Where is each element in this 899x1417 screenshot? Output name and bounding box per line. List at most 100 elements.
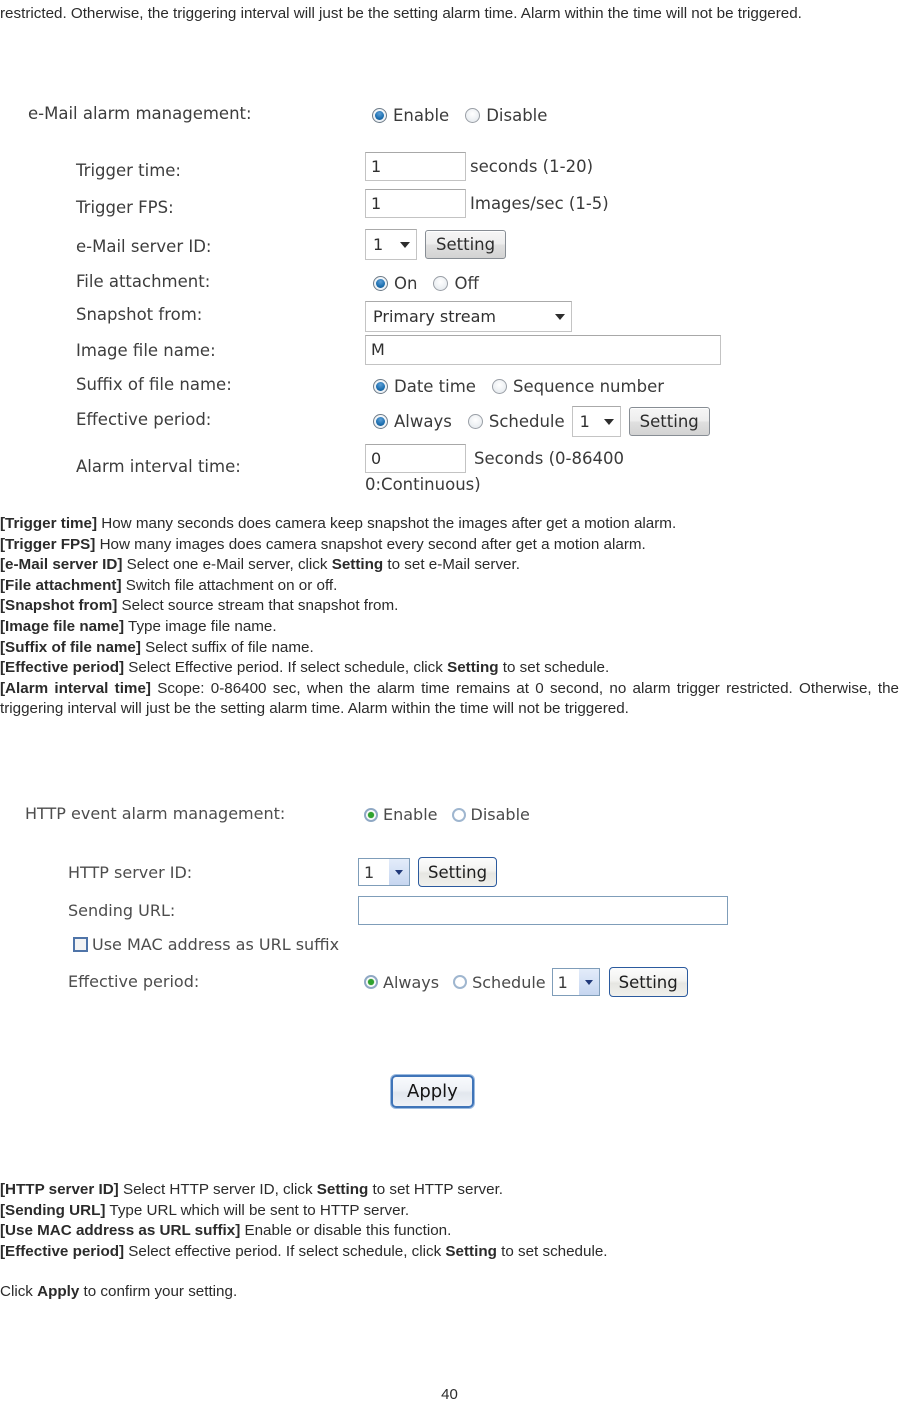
effective-period-always-radio[interactable] <box>373 414 388 429</box>
http-server-id-control: 1 Setting <box>358 857 498 887</box>
desc-suffix-of-file-name-term: [Suffix of file name] <box>0 638 141 656</box>
file-attachment-off-radio[interactable] <box>433 276 449 291</box>
http-server-setting-button[interactable]: Setting <box>418 857 498 887</box>
desc-effective-period: [Effective period] Select Effective peri… <box>0 658 899 679</box>
file-attachment-radio-group[interactable]: On Off <box>373 274 495 293</box>
suffix-of-file-name-radio-group[interactable]: Date time Sequence number <box>373 377 680 396</box>
desc-suffix-of-file-name-text: Select suffix of file name. <box>140 638 314 656</box>
file-attachment-off-label[interactable]: Off <box>454 274 478 293</box>
desc-snapshot-from-text: Select source stream that snapshot from. <box>117 597 399 615</box>
email-disable-label[interactable]: Disable <box>486 106 547 125</box>
email-enable-radio[interactable] <box>372 108 387 123</box>
suffix-date-time-label[interactable]: Date time <box>394 377 476 396</box>
effective-period-setting-button[interactable]: Setting <box>628 407 710 436</box>
apply-button[interactable]: Apply <box>391 1075 474 1108</box>
desc-suffix-of-file-name: [Suffix of file name] Select suffix of f… <box>0 638 899 659</box>
desc-alarm-interval-time-term: [Alarm interval time] <box>0 679 151 697</box>
email-enable-label[interactable]: Enable <box>393 106 449 125</box>
effective-period-schedule-label[interactable]: Schedule <box>489 412 565 431</box>
http-effective-period-always-radio[interactable] <box>364 975 378 989</box>
suffix-sequence-number-radio[interactable] <box>491 379 507 394</box>
snapshot-from-row: Snapshot from: <box>76 305 202 324</box>
http-server-id-row: HTTP server ID: <box>68 863 192 882</box>
http-disable-radio[interactable] <box>451 807 466 822</box>
desc-email-server-id-text-before: Select one e-Mail server, click <box>122 556 332 574</box>
top-continuation-paragraph: restricted. Otherwise, the triggering in… <box>0 5 802 22</box>
image-file-name-input[interactable]: M <box>365 335 721 365</box>
http-server-id-value: 1 <box>364 862 375 882</box>
http-server-id-select[interactable]: 1 <box>358 858 410 886</box>
http-effective-period-schedule-value: 1 <box>557 972 568 992</box>
chevron-down-icon[interactable] <box>578 969 599 995</box>
desc-alarm-interval-time: [Alarm interval time] Scope: 0-86400 sec… <box>0 679 899 720</box>
trigger-time-unit: seconds (1-20) <box>470 157 594 176</box>
desc-trigger-time-term: [Trigger time] <box>0 515 98 532</box>
http-effective-period-schedule-select[interactable]: 1 <box>551 968 600 996</box>
desc-sending-url: [Sending URL] Type URL which will be sen… <box>0 1201 899 1222</box>
suffix-of-file-name-row: Suffix of file name: <box>76 375 232 394</box>
desc-file-attachment: [File attachment] Switch file attachment… <box>0 576 899 597</box>
sending-url-label: Sending URL: <box>68 901 176 920</box>
alarm-interval-time-unit-line1: Seconds (0-86400 <box>474 449 624 468</box>
http-effective-period-row: Effective period: <box>68 972 199 991</box>
desc-sending-url-text: Type URL which will be sent to HTTP serv… <box>105 1201 410 1219</box>
desc-snapshot-from: [Snapshot from] Select source stream tha… <box>0 596 899 617</box>
desc-http-server-id: [HTTP server ID] Select HTTP server ID, … <box>0 1180 899 1201</box>
effective-period-always-label[interactable]: Always <box>394 412 452 431</box>
http-enable-radio[interactable] <box>364 807 378 822</box>
desc-use-mac-suffix-text: Enable or disable this function. <box>240 1222 452 1240</box>
suffix-sequence-number-label[interactable]: Sequence number <box>513 377 664 396</box>
snapshot-from-control: Primary stream <box>365 301 572 332</box>
chevron-down-icon <box>603 418 614 425</box>
http-effective-period-setting-button[interactable]: Setting <box>608 967 688 997</box>
suffix-date-time-radio[interactable] <box>373 379 388 394</box>
http-enable-label[interactable]: Enable <box>383 805 438 824</box>
trigger-fps-control: 1 Images/sec (1-5) <box>365 189 609 218</box>
file-attachment-on-label[interactable]: On <box>394 274 417 293</box>
use-mac-suffix-checkbox[interactable] <box>73 937 88 952</box>
http-server-id-label: HTTP server ID: <box>68 863 193 882</box>
email-server-setting-button[interactable]: Setting <box>425 230 507 259</box>
effective-period-schedule-radio[interactable] <box>467 414 483 429</box>
trigger-fps-label: Trigger FPS: <box>76 198 174 217</box>
http-effective-period-always-label[interactable]: Always <box>383 973 439 992</box>
desc-trigger-fps-term: [Trigger FPS] <box>0 535 96 553</box>
desc-file-attachment-text: Switch file attachment on or off. <box>121 576 338 594</box>
desc-http-server-id-bold-mid: Setting <box>316 1181 369 1198</box>
use-mac-suffix-row[interactable]: Use MAC address as URL suffix <box>73 935 339 954</box>
effective-period-row: Effective period: <box>76 410 211 429</box>
email-alarm-management-row: e-Mail alarm management: <box>28 104 252 123</box>
http-alarm-management-radio-group[interactable]: Enable Disable <box>364 805 544 824</box>
http-descriptions-block: [HTTP server ID] Select HTTP server ID, … <box>0 1180 899 1303</box>
desc-trigger-fps: [Trigger FPS] How many images does camer… <box>0 535 899 556</box>
alarm-interval-time-unit-second-line: 0:Continuous) <box>365 475 481 494</box>
effective-period-schedule-select[interactable]: 1 <box>571 406 621 437</box>
email-server-id-select[interactable]: 1 <box>365 229 417 260</box>
email-server-id-row: e-Mail server ID: <box>76 237 211 256</box>
file-attachment-on-radio[interactable] <box>373 276 388 291</box>
snapshot-from-select[interactable]: Primary stream <box>365 301 572 332</box>
http-effective-period-schedule-label[interactable]: Schedule <box>472 973 546 992</box>
email-alarm-form: e-Mail alarm management: Enable Disable … <box>0 95 899 510</box>
trigger-fps-input[interactable]: 1 <box>365 189 466 218</box>
image-file-name-label: Image file name: <box>76 341 216 360</box>
desc-apply-note-bold-mid: Apply <box>37 1283 80 1301</box>
snapshot-from-value: Primary stream <box>373 307 496 326</box>
desc-http-server-id-text-after: to set HTTP server. <box>368 1181 504 1198</box>
http-effective-period-schedule-radio[interactable] <box>453 975 468 989</box>
email-disable-radio[interactable] <box>465 108 481 123</box>
sending-url-input[interactable] <box>358 896 728 925</box>
http-disable-label[interactable]: Disable <box>471 805 530 824</box>
use-mac-suffix-label[interactable]: Use MAC address as URL suffix <box>92 935 339 954</box>
http-effective-period-label: Effective period: <box>68 972 200 991</box>
image-file-name-row: Image file name: <box>76 341 216 360</box>
chevron-down-icon[interactable] <box>389 859 409 885</box>
alarm-interval-time-input[interactable]: 0 <box>365 444 466 473</box>
desc-apply-note-text-after: to confirm your setting. <box>79 1283 238 1301</box>
email-server-id-control: 1 Setting <box>365 229 507 260</box>
alarm-interval-time-control: 0 Seconds (0-86400 <box>365 444 624 473</box>
desc-image-file-name-text: Type image file name. <box>124 617 277 635</box>
email-alarm-management-radio-group[interactable]: Enable Disable <box>372 106 563 125</box>
trigger-time-input[interactable]: 1 <box>365 152 466 181</box>
desc-image-file-name: [Image file name] Type image file name. <box>0 617 899 638</box>
